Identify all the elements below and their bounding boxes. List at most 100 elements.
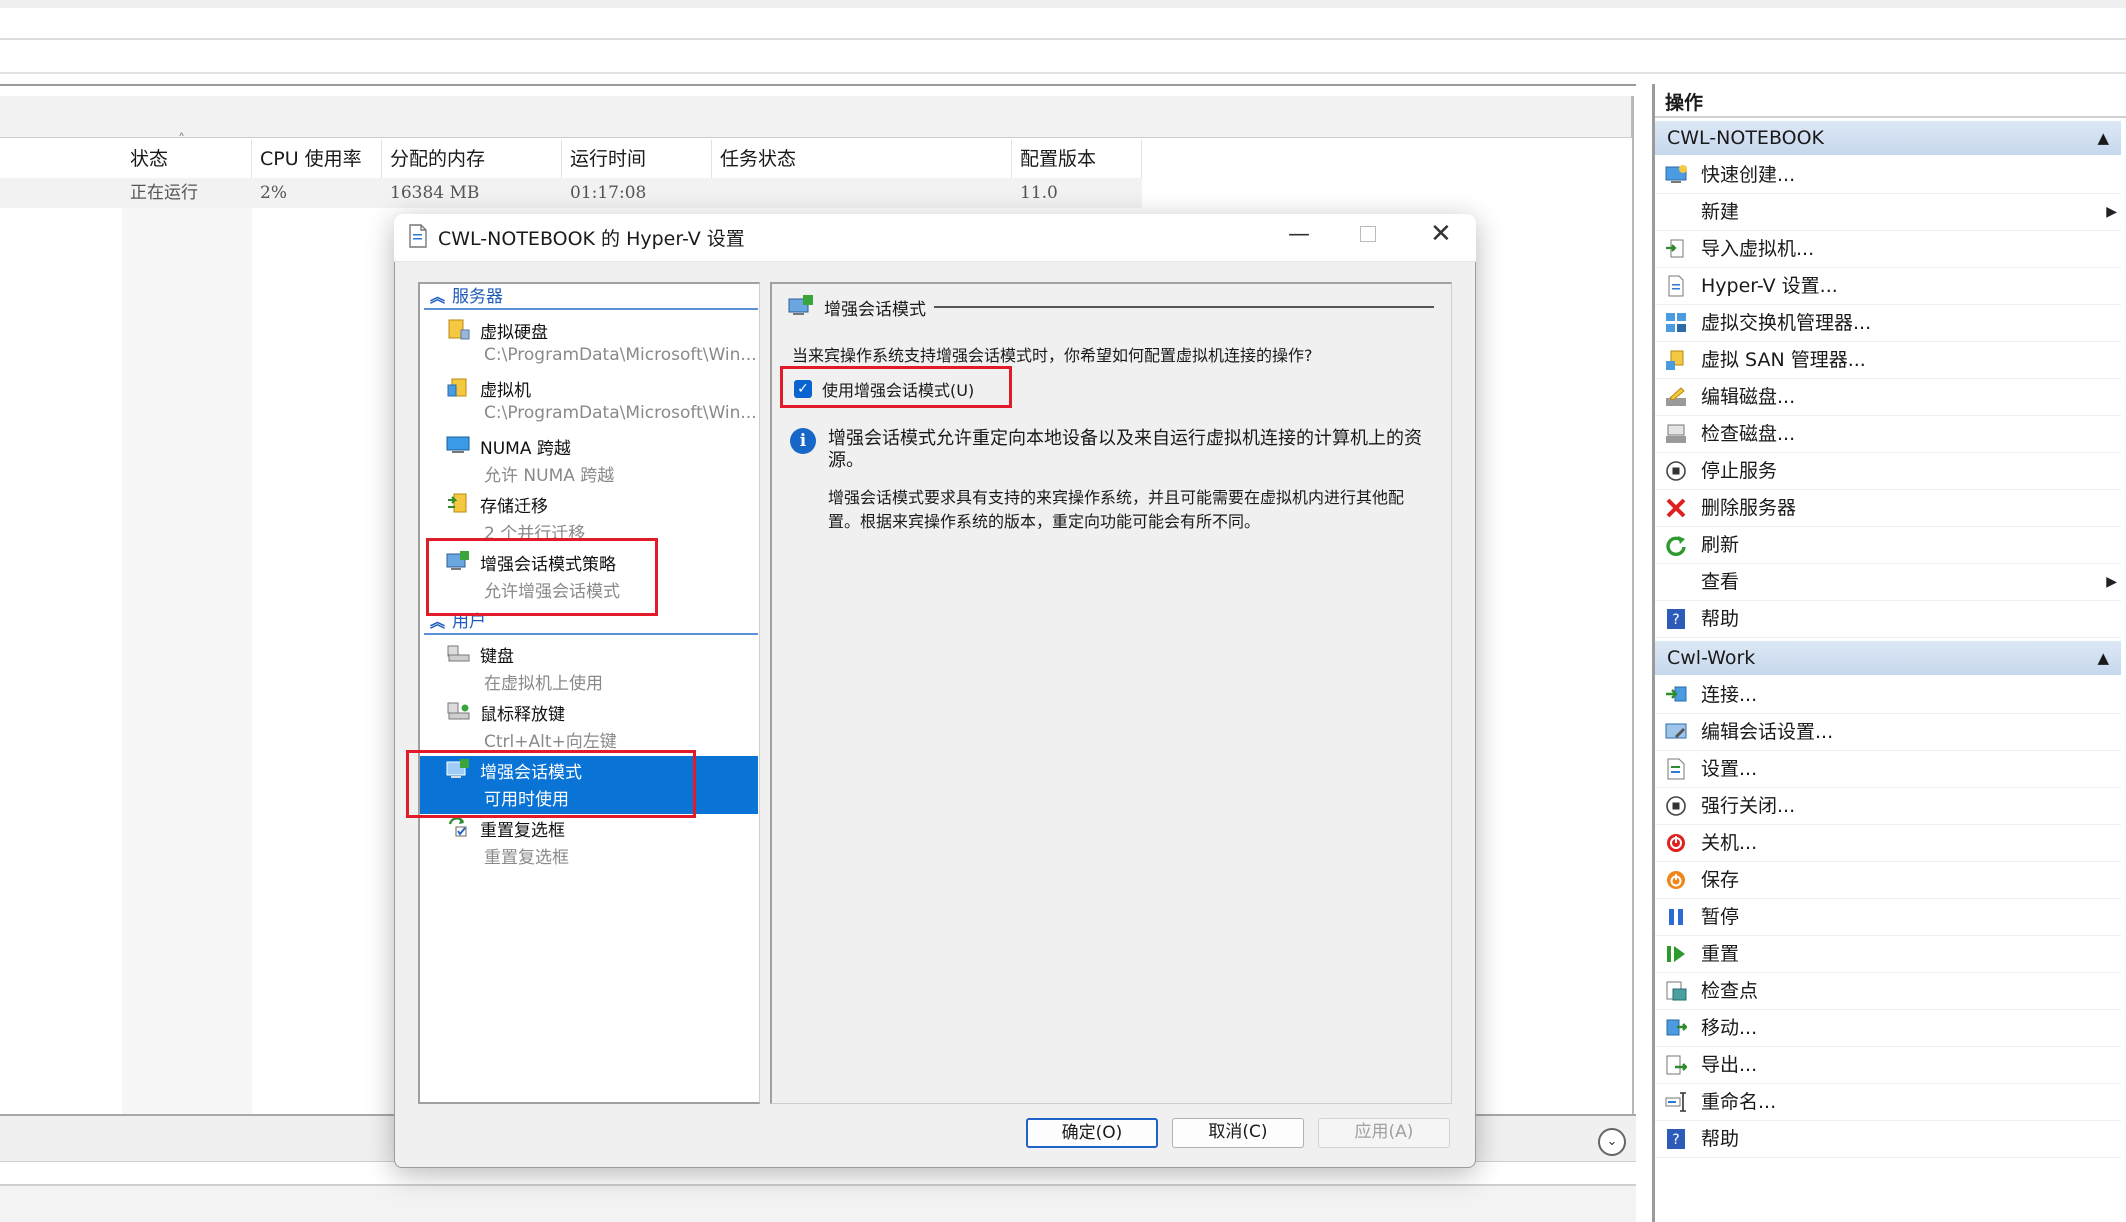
sort-indicator-icon: ˄ [178, 132, 185, 148]
action-item[interactable]: ? 帮助 [1655, 1121, 2121, 1158]
detail-question: 当来宾操作系统支持增强会话模式时，你希望如何配置虚拟机连接的操作? [792, 346, 1313, 365]
action-item[interactable]: 连接... [1655, 677, 2121, 714]
tree-item-virtual-machine[interactable]: 虚拟机 [480, 376, 531, 401]
save-icon [1667, 871, 1685, 889]
maximize-button[interactable] [1360, 226, 1376, 242]
turn-off-icon [1666, 796, 1686, 816]
collapse-icon[interactable]: ▲ [2097, 121, 2109, 155]
action-label: 编辑磁盘... [1701, 386, 1796, 408]
info-detail-text: 增强会话模式要求具有支持的来宾操作系统，并且可能需要在虚拟机内进行其他配置。根据… [828, 488, 1405, 531]
storage-migration-icon [448, 493, 467, 513]
collapse-chevron-icon[interactable]: ︽ [430, 284, 445, 310]
tree-item-sub: Ctrl+Alt+向左键 [484, 732, 617, 752]
action-label: Hyper-V 设置... [1701, 275, 1838, 297]
actions-section-vm[interactable]: Cwl-Work ▲ [1655, 641, 2121, 675]
expand-details-button[interactable]: ⌄ [1598, 1128, 1626, 1156]
action-item[interactable]: 检查磁盘... [1655, 416, 2121, 453]
action-item[interactable]: 停止服务 [1655, 453, 2121, 490]
import-vm-icon [1666, 239, 1684, 258]
action-label: 新建 [1701, 201, 1740, 223]
action-item[interactable]: ? 帮助 [1655, 601, 2121, 638]
move-icon [1666, 1019, 1687, 1036]
keyboard-icon [447, 645, 470, 662]
mouse-release-key-icon [447, 702, 470, 720]
cancel-button[interactable]: 取消(C) [1172, 1118, 1304, 1148]
action-item[interactable]: 保存 [1655, 862, 2121, 899]
action-item[interactable]: 导出... [1655, 1047, 2121, 1084]
action-label: 编辑会话设置... [1701, 721, 1834, 743]
action-item[interactable]: Hyper-V 设置... [1655, 268, 2121, 305]
dialog-title: CWL-NOTEBOOK 的 Hyper-V 设置 [438, 228, 745, 250]
tree-item-virtual-hard-disk[interactable]: 虚拟硬盘 [480, 318, 548, 343]
ok-button[interactable]: 确定(O) [1026, 1118, 1158, 1148]
action-item[interactable]: 重置 [1655, 936, 2121, 973]
action-item[interactable]: 关机... [1655, 825, 2121, 862]
action-item[interactable]: 删除服务器 [1655, 490, 2121, 527]
highlight-box [406, 750, 696, 818]
action-item[interactable]: 新建 ▶ [1655, 194, 2121, 231]
settings-icon [1667, 758, 1685, 780]
minimize-button[interactable]: — [1288, 222, 1310, 247]
highlight-box [426, 538, 658, 616]
tree-item-sub: 允许 NUMA 跨越 [484, 466, 615, 486]
svg-text:?: ? [1672, 1132, 1679, 1148]
action-item[interactable]: 设置... [1655, 751, 2121, 788]
numa-monitor-icon [446, 436, 470, 453]
action-item[interactable]: 编辑磁盘... [1655, 379, 2121, 416]
top-toolbar-strip [0, 0, 2126, 8]
action-item[interactable]: 刷新 [1655, 527, 2121, 564]
action-item[interactable]: 移动... [1655, 1010, 2121, 1047]
action-item[interactable]: 查看 ▶ [1655, 564, 2121, 601]
section-title: Cwl-Work [1667, 647, 1756, 669]
delete-server-icon [1666, 498, 1686, 518]
action-label: 保存 [1701, 869, 1740, 891]
action-label: 导入虚拟机... [1701, 238, 1815, 260]
section-label: 服务器 [452, 287, 503, 307]
action-label: 删除服务器 [1701, 497, 1797, 519]
tree-item-sub: C:\ProgramData\Microsoft\Win... [484, 403, 757, 423]
svg-text:?: ? [1672, 612, 1679, 628]
action-item[interactable]: 暂停 [1655, 899, 2121, 936]
tree-item-keyboard[interactable]: 键盘 [480, 642, 514, 667]
column-header-memory[interactable]: 分配的内存 [382, 140, 562, 178]
action-item[interactable]: 导入虚拟机... [1655, 231, 2121, 268]
column-header-status[interactable]: 状态 [122, 140, 252, 178]
actions-section-host[interactable]: CWL-NOTEBOOK ▲ [1655, 121, 2121, 155]
column-header-task-status[interactable]: 任务状态 [712, 140, 1012, 178]
column-header-config-version[interactable]: 配置版本 [1012, 140, 1142, 178]
hyperv-settings-icon [1668, 275, 1684, 297]
action-item[interactable]: 强行关闭... [1655, 788, 2121, 825]
tree-item-mouse-release-key[interactable]: 鼠标释放键 [480, 700, 565, 725]
action-item[interactable]: 虚拟交换机管理器... [1655, 305, 2121, 342]
toolbar-divider [0, 72, 2126, 74]
action-label: 设置... [1701, 758, 1758, 780]
action-item[interactable]: 检查点 [1655, 973, 2121, 1010]
tree-item-reset-checkboxes[interactable]: 重置复选框 [480, 816, 565, 841]
action-label: 暂停 [1701, 906, 1740, 928]
close-button[interactable]: ✕ [1430, 219, 1452, 249]
toolbar-divider [0, 38, 2126, 40]
column-header-cpu[interactable]: CPU 使用率 [252, 140, 382, 178]
tree-item-storage-migration[interactable]: 存储迁移 [480, 492, 548, 517]
export-icon [1666, 1055, 1687, 1075]
virtual-switch-icon [1666, 313, 1686, 332]
apply-button[interactable]: 应用(A) [1318, 1118, 1450, 1148]
action-item[interactable]: 重命名... [1655, 1084, 2121, 1121]
inspect-disk-icon [1666, 424, 1686, 443]
action-item[interactable]: 快速创建... [1655, 157, 2121, 194]
action-label: 重置 [1701, 943, 1740, 965]
tree-section-server[interactable]: ︽ 服务器 [424, 284, 758, 310]
virtual-san-icon [1666, 350, 1684, 370]
collapse-icon[interactable]: ▲ [2097, 641, 2109, 675]
section-title: CWL-NOTEBOOK [1667, 127, 1825, 149]
tree-item-numa-spanning[interactable]: NUMA 跨越 [480, 434, 571, 459]
action-label: 关机... [1701, 832, 1758, 854]
action-item[interactable]: 编辑会话设置... [1655, 714, 2121, 751]
column-stripe [122, 208, 252, 1114]
rename-icon [1665, 1092, 1686, 1112]
action-item[interactable]: 虚拟 SAN 管理器... [1655, 342, 2121, 379]
column-header-uptime[interactable]: 运行时间 [562, 140, 712, 178]
panel-edge [1632, 96, 1634, 1114]
reset-icon [1667, 946, 1685, 962]
panel-header [0, 96, 1632, 138]
